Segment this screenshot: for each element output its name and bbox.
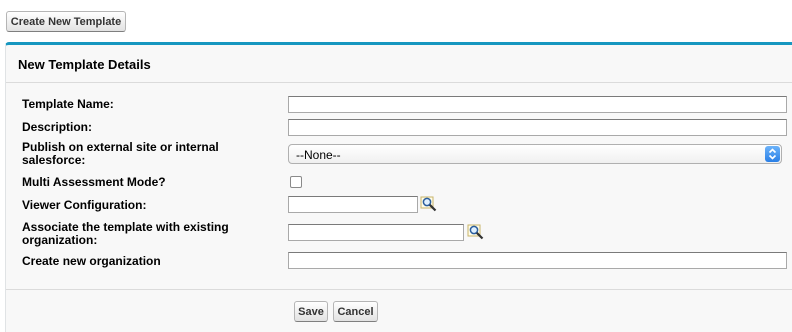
description-label: Description: (22, 120, 93, 134)
viewer-configuration-label: Viewer Configuration: (22, 198, 147, 212)
template-name-label: Template Name: (22, 97, 114, 111)
multi-assessment-checkbox[interactable] (290, 176, 302, 188)
cancel-button[interactable]: Cancel (333, 301, 378, 322)
associate-organization-input[interactable] (288, 224, 464, 241)
divider (6, 82, 792, 83)
new-template-details-panel: New Template Details Template Name: Desc… (5, 42, 792, 332)
multi-assessment-label: Multi Assessment Mode? (22, 175, 166, 189)
magnifier-lookup-icon[interactable] (420, 196, 438, 212)
divider (6, 289, 792, 290)
chevron-updown-icon (765, 146, 780, 162)
publish-select-value: --None-- (296, 148, 341, 162)
panel-title: New Template Details (18, 57, 151, 72)
publish-label: Publish on external site or internal sal… (22, 140, 219, 167)
create-organization-input[interactable] (288, 252, 787, 269)
magnifier-lookup-icon[interactable] (467, 224, 485, 240)
create-new-template-button[interactable]: Create New Template (6, 11, 126, 32)
create-organization-label: Create new organization (22, 254, 161, 268)
publish-select[interactable]: --None-- (288, 144, 782, 164)
viewer-configuration-input[interactable] (288, 196, 418, 213)
save-button[interactable]: Save (294, 301, 328, 322)
associate-organization-label: Associate the template with existing org… (22, 220, 229, 247)
template-name-input[interactable] (288, 96, 787, 113)
description-input[interactable] (288, 119, 787, 136)
